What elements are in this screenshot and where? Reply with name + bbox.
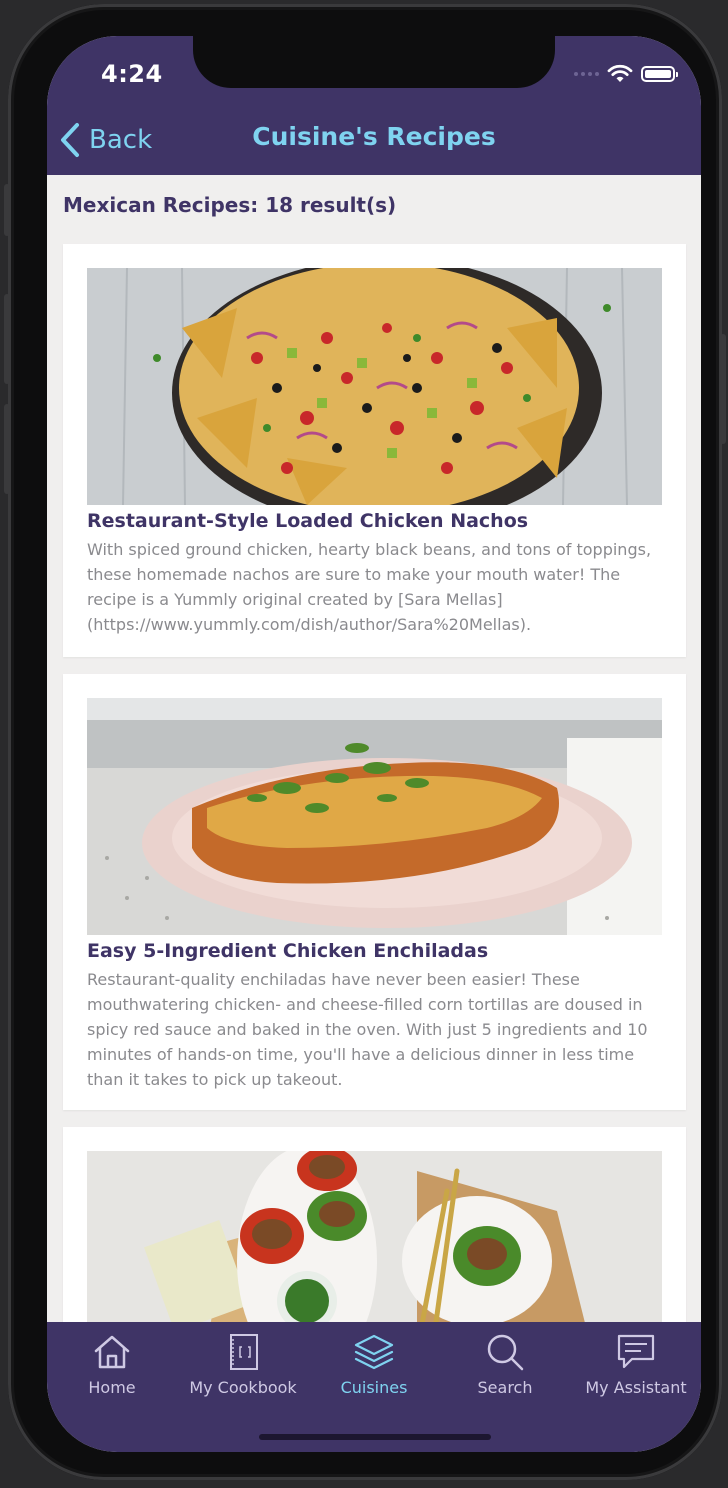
battery-icon	[641, 66, 678, 82]
recipe-image	[87, 698, 662, 935]
recipe-card[interactable]	[63, 1127, 686, 1322]
tab-my-assistant[interactable]: My Assistant	[571, 1332, 701, 1402]
mute-switch	[4, 184, 10, 236]
tab-search-label: Search	[477, 1378, 533, 1397]
cookbook-icon	[230, 1334, 258, 1370]
chat-icon	[617, 1334, 655, 1369]
recipe-title: Restaurant-Style Loaded Chicken Nachos	[87, 510, 529, 532]
layers-icon	[354, 1334, 394, 1370]
tab-bar: Home My Cookbook Cuisines Search My Assi…	[47, 1322, 701, 1452]
signal-icon	[574, 72, 599, 76]
status-time: 4:24	[101, 60, 163, 88]
recipe-card[interactable]: Restaurant-Style Loaded Chicken Nachos W…	[63, 244, 686, 657]
recipe-list[interactable]: Mexican Recipes: 18 result(s) Restaurant…	[47, 175, 701, 1322]
search-icon	[487, 1334, 524, 1371]
device-notch	[193, 36, 555, 88]
tab-my-cookbook[interactable]: My Cookbook	[178, 1332, 308, 1402]
nachos-photo	[87, 268, 662, 505]
recipe-description: With spiced ground chicken, hearty black…	[87, 540, 652, 634]
home-icon	[94, 1335, 130, 1369]
tab-my-cookbook-label: My Cookbook	[189, 1378, 297, 1397]
recipe-image	[87, 1151, 662, 1322]
wifi-icon	[607, 64, 633, 82]
recipe-card[interactable]: Easy 5-Ingredient Chicken Enchiladas Res…	[63, 674, 686, 1110]
tab-search[interactable]: Search	[440, 1332, 570, 1402]
tab-cuisines[interactable]: Cuisines	[309, 1332, 439, 1402]
tab-home-label: Home	[88, 1378, 136, 1397]
status-icons	[574, 64, 678, 84]
enchiladas-photo	[87, 698, 662, 935]
tab-my-assistant-label: My Assistant	[585, 1378, 687, 1397]
stuffed-peppers-photo	[87, 1151, 662, 1322]
navigation-header: 4:24 Back Cuisine's Recipes	[47, 36, 701, 175]
power-button	[720, 334, 726, 444]
app-screen: 4:24 Back Cuisine's Recipes Mexican Reci…	[47, 36, 701, 1452]
tab-cuisines-label: Cuisines	[340, 1378, 408, 1397]
recipe-description: Restaurant-quality enchiladas have never…	[87, 970, 648, 1089]
tab-home[interactable]: Home	[47, 1332, 177, 1402]
results-heading: Mexican Recipes: 18 result(s)	[63, 193, 397, 217]
home-indicator	[259, 1434, 491, 1440]
volume-up-button	[4, 294, 10, 384]
volume-down-button	[4, 404, 10, 494]
recipe-title: Easy 5-Ingredient Chicken Enchiladas	[87, 940, 489, 962]
recipe-image	[87, 268, 662, 505]
page-title: Cuisine's Recipes	[252, 122, 496, 151]
phone-frame: 4:24 Back Cuisine's Recipes Mexican Reci…	[4, 4, 726, 1480]
